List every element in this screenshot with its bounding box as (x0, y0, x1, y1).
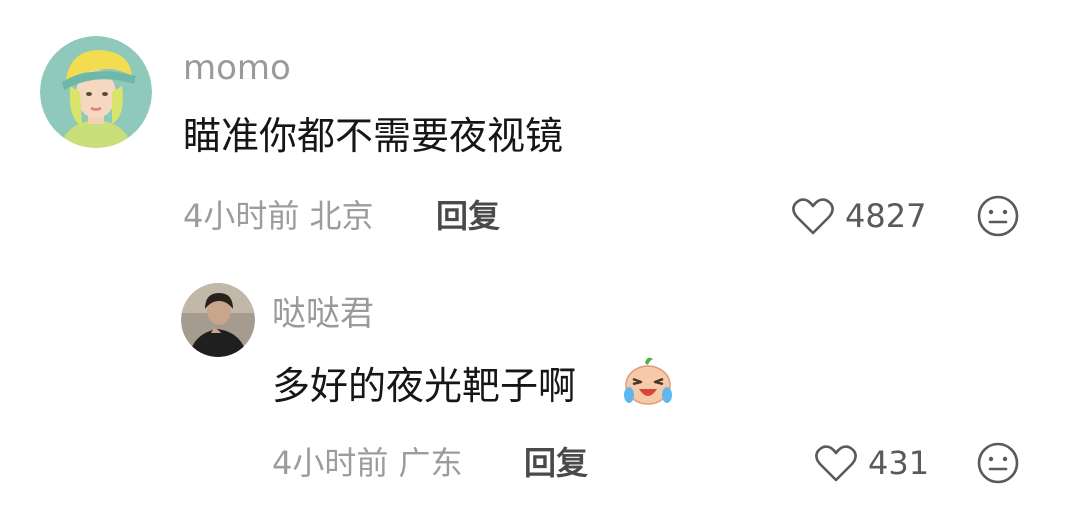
meh-face-icon[interactable] (976, 194, 1020, 238)
heart-outline-icon[interactable] (814, 443, 858, 483)
like-count: 4827 (845, 197, 927, 235)
user-avatar-dadajun[interactable] (181, 283, 255, 357)
heart-outline-icon[interactable] (791, 196, 835, 236)
comment-time-location: 4小时前 广东 (272, 444, 463, 482)
comment-time-location: 4小时前 北京 (183, 197, 374, 235)
reply-button[interactable]: 回复 (524, 443, 588, 483)
comment-text: 瞄准你都不需要夜视镜 (183, 114, 564, 158)
crying-laughing-emoji (623, 355, 673, 407)
comment-username[interactable]: 哒哒君 (272, 294, 374, 334)
comment-text: 多好的夜光靶子啊 (272, 364, 577, 408)
comment-username[interactable]: momo (183, 48, 291, 88)
reply-button[interactable]: 回复 (436, 196, 500, 236)
meh-face-icon[interactable] (976, 441, 1020, 485)
user-avatar-momo[interactable] (40, 36, 152, 148)
like-count: 431 (868, 444, 930, 482)
